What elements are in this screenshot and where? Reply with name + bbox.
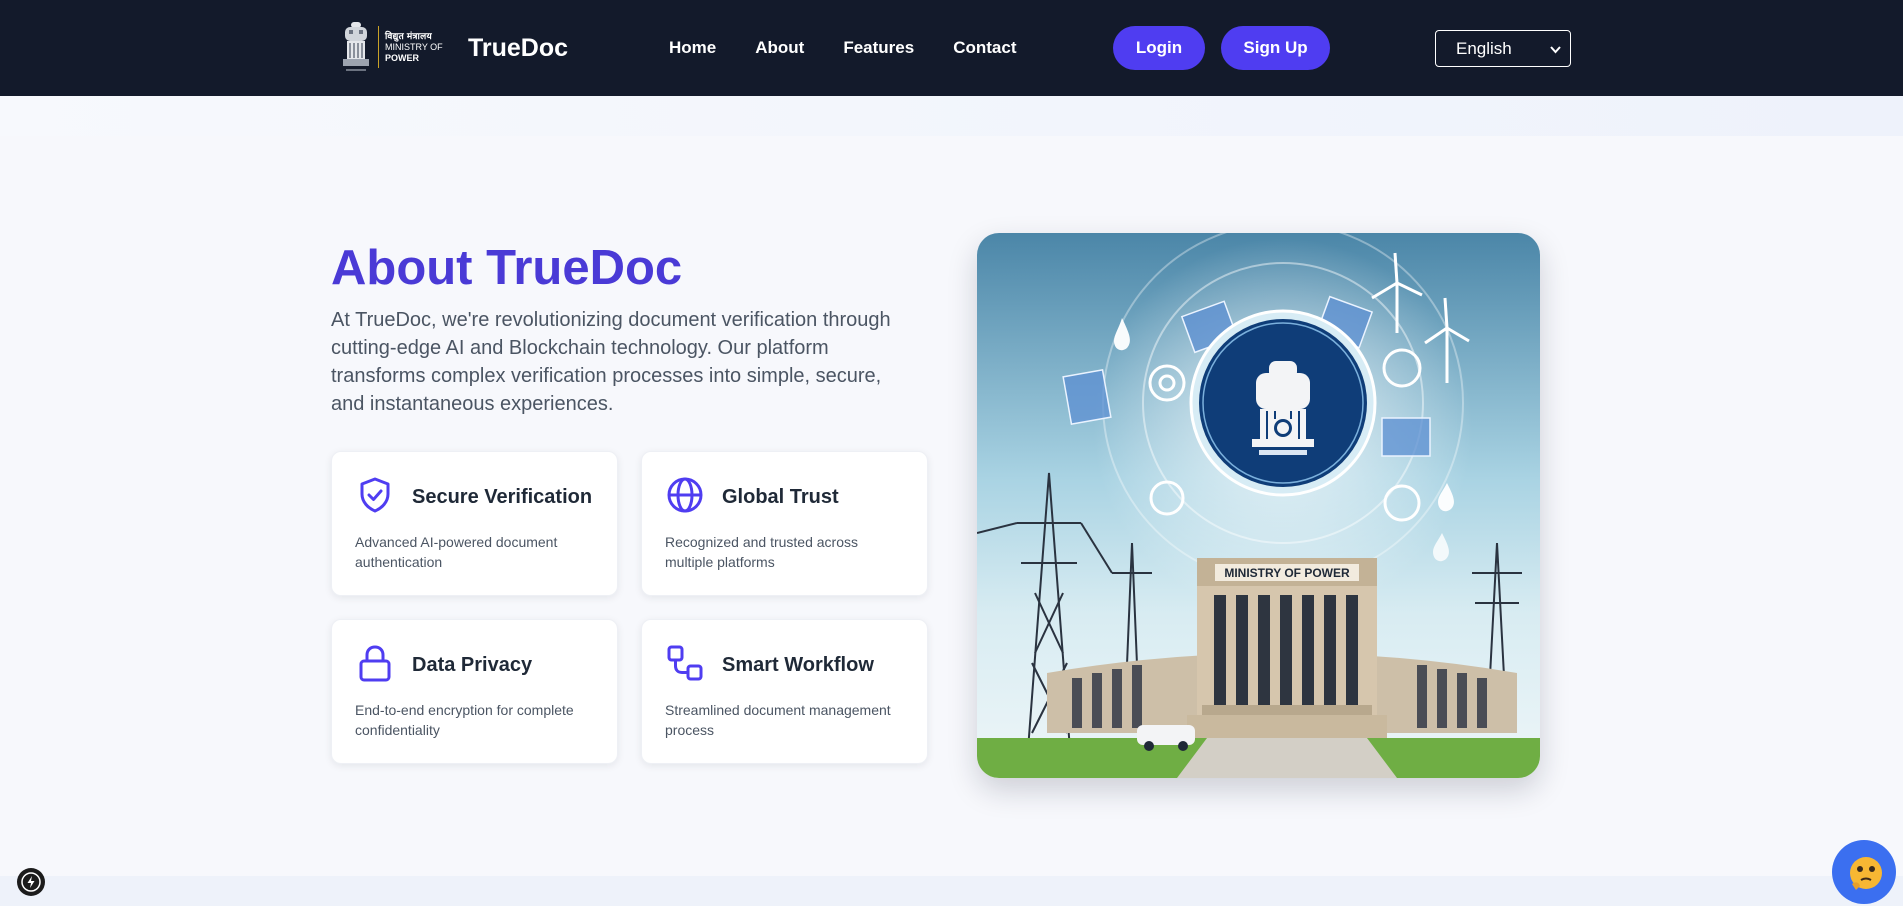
feature-title: Smart Workflow — [722, 654, 874, 676]
lightning-icon — [21, 872, 41, 892]
about-section — [0, 136, 1903, 876]
login-button[interactable]: Login — [1113, 26, 1205, 70]
language-selected-value: English — [1456, 39, 1512, 58]
feature-title: Global Trust — [722, 486, 839, 508]
chevron-down-icon — [1550, 31, 1561, 69]
thinking-face-icon — [1850, 857, 1882, 890]
about-description: At TrueDoc, we're revolutionizing docume… — [331, 309, 891, 415]
feature-card-smart-workflow: Smart Workflow Streamlined document mana… — [641, 619, 928, 764]
nav-about[interactable]: About — [755, 38, 804, 58]
chat-assistant-button[interactable] — [1832, 840, 1896, 904]
feature-card-data-privacy: Data Privacy End-to-end encryption for c… — [331, 619, 618, 764]
feature-description: Advanced AI-powered document authenticat… — [355, 534, 558, 570]
bolt-button[interactable] — [17, 868, 45, 896]
language-select[interactable]: English — [1435, 30, 1571, 67]
feature-description: End-to-end encryption for complete confi… — [355, 702, 574, 738]
signup-button[interactable]: Sign Up — [1221, 26, 1330, 70]
bottom-band — [0, 876, 1903, 906]
building-sign-text: MINISTRY OF POWER — [1224, 566, 1350, 580]
about-title: About TrueDoc — [331, 241, 683, 295]
feature-description: Streamlined document management process — [665, 702, 891, 738]
brand-name[interactable]: TrueDoc — [468, 34, 568, 63]
feature-card-global-trust: Global Trust Recognized and trusted acro… — [641, 451, 928, 596]
logo-ministry-text: MINISTRY OF — [385, 42, 443, 52]
nav-contact[interactable]: Contact — [953, 38, 1016, 58]
logo-hindi-text: विद्युत मंत्रालय — [385, 31, 433, 41]
logo-divider — [378, 26, 379, 68]
nav-home[interactable]: Home — [669, 38, 716, 58]
ministry-logo-text: विद्युत मंत्रालय MINISTRY OF POWER — [385, 31, 443, 64]
feature-title: Secure Verification — [412, 486, 593, 508]
ministry-of-power-illustration: MINISTRY OF POWER — [977, 233, 1540, 778]
nav-features[interactable]: Features — [843, 38, 914, 58]
feature-description: Recognized and trusted across multiple p… — [665, 534, 858, 570]
globe-icon — [667, 477, 703, 513]
shield-check-icon — [360, 477, 390, 513]
lock-icon — [359, 645, 391, 682]
logo-power-text: POWER — [385, 53, 420, 63]
feature-title: Data Privacy — [412, 654, 533, 676]
workflow-icon — [667, 645, 703, 681]
national-emblem-icon[interactable] — [338, 20, 374, 76]
navbar: विद्युत मंत्रालय MINISTRY OF POWER TrueD… — [0, 0, 1903, 96]
top-band — [0, 96, 1903, 136]
feature-card-secure-verification: Secure Verification Advanced AI-powered … — [331, 451, 618, 596]
nav-links: Home About Features Contact — [669, 38, 1055, 58]
